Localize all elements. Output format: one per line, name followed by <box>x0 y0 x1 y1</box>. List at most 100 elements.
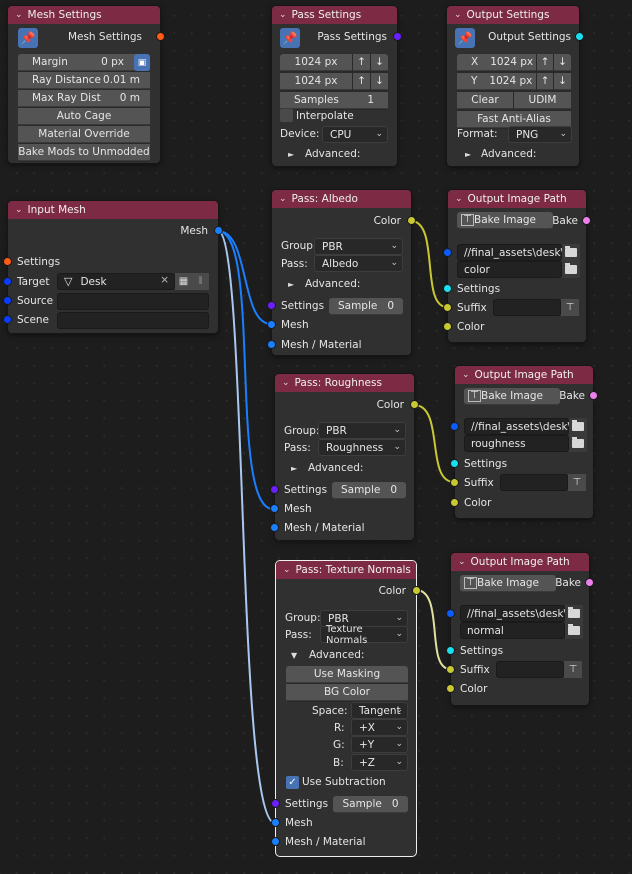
node-header[interactable]: ⌄ Output Settings <box>447 6 579 24</box>
group-dropdown[interactable]: PBR ⌄ <box>318 422 406 439</box>
collapse-chevron-icon[interactable]: ⌄ <box>15 10 23 20</box>
node-header[interactable]: ⌄ Output Image Path <box>455 366 593 384</box>
mesh-output-socket[interactable] <box>214 226 223 235</box>
expand-triangle-icon[interactable]: ► <box>291 464 297 473</box>
path-field[interactable]: //final_assets\desk\ <box>457 244 564 261</box>
node-pass-settings[interactable]: ⌄ Pass Settings 📌 Pass Settings 1024 px ↑… <box>272 6 402 166</box>
bake-output-socket[interactable] <box>582 216 591 225</box>
margin-field[interactable]: Margin 0 px <box>18 54 150 71</box>
sample-field[interactable]: Sample 0 <box>329 298 403 315</box>
target-input-socket[interactable] <box>3 277 12 286</box>
height-down-button[interactable]: ↓ <box>371 73 388 90</box>
color-input-socket[interactable] <box>446 684 455 693</box>
pass-settings-output-socket[interactable] <box>393 32 402 41</box>
group-dropdown[interactable]: PBR ⌄ <box>314 238 403 255</box>
collapse-chevron-icon[interactable]: ⌄ <box>282 378 290 388</box>
settings-input-socket[interactable] <box>270 485 279 494</box>
suffix-field[interactable] <box>493 299 561 316</box>
node-header[interactable]: ⌄ Output Image Path <box>448 190 586 208</box>
max-ray-dist-field[interactable]: Max Ray Dist 0 m <box>18 90 150 107</box>
width-down-button[interactable]: ↓ <box>371 54 388 71</box>
height-up-button[interactable]: ↑ <box>353 73 370 90</box>
image-extend-icon[interactable]: ▣ <box>134 54 150 71</box>
expand-triangle-icon[interactable]: ► <box>288 280 294 289</box>
clear-icon[interactable]: × <box>160 274 169 286</box>
node-header[interactable]: ⌄ Pass: Texture Normals <box>276 561 416 579</box>
node-header[interactable]: ⌄ Mesh Settings <box>8 6 160 24</box>
bake-output-socket[interactable] <box>589 391 598 400</box>
samples-field[interactable]: Samples 1 <box>280 92 388 109</box>
eyedropper-icon[interactable]: ⦀ <box>192 273 209 290</box>
bake-output-socket[interactable] <box>585 578 594 587</box>
g-dropdown[interactable]: +Y ⌄ <box>351 736 408 753</box>
target-object-field[interactable]: ▽ Desk × <box>57 273 175 290</box>
node-header[interactable]: ⌄ Input Mesh <box>8 201 218 219</box>
y-down-button[interactable]: ↓ <box>554 73 571 90</box>
width-field[interactable]: 1024 px <box>280 54 352 71</box>
b-dropdown[interactable]: +Z ⌄ <box>351 754 408 771</box>
mesh-input-socket[interactable] <box>271 818 280 827</box>
path-field[interactable]: //final_assets\desk\ <box>464 418 571 435</box>
advanced-label[interactable]: Advanced: <box>481 148 536 160</box>
expand-triangle-icon[interactable]: ► <box>465 150 471 159</box>
suffix-field[interactable] <box>496 661 564 678</box>
bg-color-toggle[interactable]: BG Color <box>286 684 408 701</box>
x-up-button[interactable]: ↑ <box>537 54 553 71</box>
filename-field[interactable]: normal <box>460 622 565 639</box>
path-input-socket[interactable] <box>446 609 455 618</box>
color-input-socket[interactable] <box>443 322 452 331</box>
mesh-settings-output-socket[interactable] <box>156 32 165 41</box>
suffix-input-socket[interactable] <box>443 303 452 312</box>
r-dropdown[interactable]: +X ⌄ <box>351 719 408 736</box>
collapse-chevron-icon[interactable]: ⌄ <box>462 370 470 380</box>
folder-icon[interactable] <box>569 435 587 452</box>
format-dropdown[interactable]: PNG ⌄ <box>508 126 572 143</box>
mesh-material-input-socket[interactable] <box>271 837 280 846</box>
mesh-input-socket[interactable] <box>267 320 276 329</box>
mesh-material-input-socket[interactable] <box>267 340 276 349</box>
node-header[interactable]: ⌄ Output Image Path <box>451 553 589 571</box>
sample-field[interactable]: Sample 0 <box>332 482 406 499</box>
udim-button[interactable]: UDIM <box>514 92 571 109</box>
node-output-image-path-normal[interactable]: ⌄ Output Image Path ⊤ Bake Image Bake //fi… <box>446 553 594 705</box>
ray-distance-field[interactable]: Ray Distance 0.01 m <box>18 72 150 89</box>
x-resolution-field[interactable]: X 1024 px <box>457 54 536 71</box>
space-dropdown[interactable]: Tangent ⌄ <box>351 702 408 719</box>
advanced-label[interactable]: Advanced: <box>305 278 360 290</box>
pin-icon[interactable]: 📌 <box>18 28 38 48</box>
filename-field[interactable]: roughness <box>464 435 569 452</box>
checker-texture-icon[interactable]: ▦ <box>175 273 192 290</box>
collapse-triangle-icon[interactable]: ▼ <box>291 651 297 660</box>
node-mesh-settings[interactable]: ⌄ Mesh Settings 📌 Mesh Settings Margin 0 p… <box>8 6 165 163</box>
collapse-chevron-icon[interactable]: ⌄ <box>279 194 287 204</box>
bake-image-button[interactable]: ⊤ Bake Image <box>460 575 556 592</box>
settings-input-socket[interactable] <box>271 799 280 808</box>
node-output-settings[interactable]: ⌄ Output Settings 📌 Output Settings X 1024… <box>447 6 584 166</box>
color-output-socket[interactable] <box>410 400 419 409</box>
folder-icon[interactable] <box>562 261 580 278</box>
pass-dropdown[interactable]: Roughness ⌄ <box>318 439 406 456</box>
source-input-socket[interactable] <box>3 296 12 305</box>
auto-cage-toggle[interactable]: Auto Cage <box>18 108 150 125</box>
advanced-label[interactable]: Advanced: <box>305 148 360 160</box>
suffix-input-socket[interactable] <box>446 665 455 674</box>
bake-image-button[interactable]: ⊤ Bake Image <box>457 212 553 229</box>
settings-input-socket[interactable] <box>267 301 276 310</box>
pin-icon[interactable]: 📌 <box>280 28 300 48</box>
advanced-label[interactable]: Advanced: <box>309 649 364 661</box>
use-subtraction-checkbox[interactable]: ✓ <box>286 776 299 789</box>
node-input-mesh[interactable]: ⌄ Input Mesh Mesh Settings Target ▽ Desk … <box>3 201 223 333</box>
expand-triangle-icon[interactable]: ► <box>288 150 294 159</box>
path-input-socket[interactable] <box>450 422 459 431</box>
use-masking-toggle[interactable]: Use Masking <box>286 666 408 683</box>
node-header[interactable]: ⌄ Pass Settings <box>272 6 397 24</box>
collapse-chevron-icon[interactable]: ⌄ <box>455 194 463 204</box>
folder-icon[interactable] <box>565 622 583 639</box>
color-input-socket[interactable] <box>450 498 459 507</box>
collapse-chevron-icon[interactable]: ⌄ <box>283 565 291 575</box>
settings-input-socket[interactable] <box>443 284 452 293</box>
scene-field[interactable] <box>57 312 209 329</box>
scene-input-socket[interactable] <box>3 315 12 324</box>
source-field[interactable] <box>57 293 209 310</box>
device-dropdown[interactable]: CPU ⌄ <box>322 126 388 143</box>
